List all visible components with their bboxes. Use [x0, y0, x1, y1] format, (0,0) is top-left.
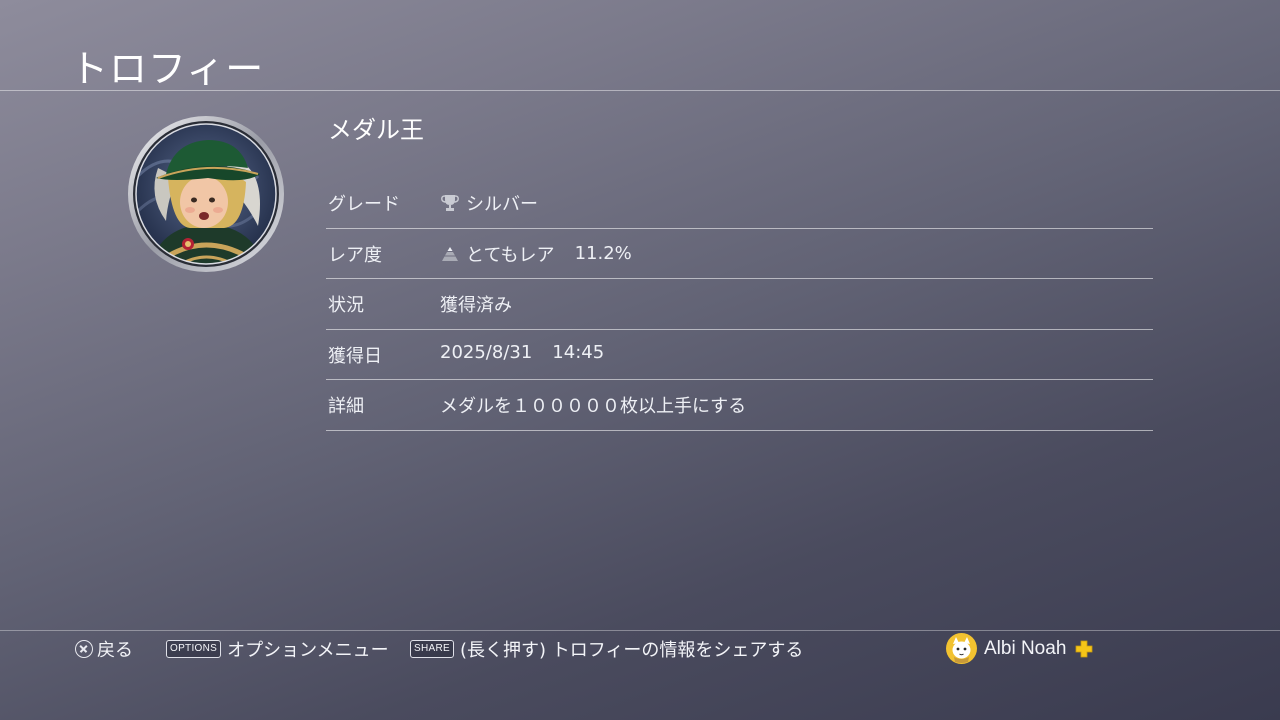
date-row: 獲得日 2025/8/31 14:45 — [326, 330, 1153, 380]
rarity-row: レア度 とてもレア 11.2% — [326, 229, 1153, 279]
description-value: メダルを１０００００枚以上手にする — [440, 396, 747, 417]
rarity-value: とてもレア 11.2% — [440, 241, 632, 267]
avatar — [946, 633, 977, 664]
earned-date: 2025/8/31 — [440, 341, 533, 363]
trophy-name: メダル王 — [328, 116, 424, 144]
status-row: 状況 獲得済み — [326, 279, 1153, 330]
grade-text: シルバー — [466, 194, 538, 215]
status-label: 状況 — [328, 295, 364, 316]
rarity-percent: 11.2% — [574, 243, 632, 264]
earned-time: 14:45 — [552, 341, 605, 363]
date-value: 2025/8/31 14:45 — [440, 342, 604, 363]
options-label: オプションメニュー — [227, 640, 389, 661]
trophy-details: グレード シルバー レア度 とてもレア 11.2% 状況 獲得済み 獲得日 20… — [326, 178, 1153, 431]
options-hint[interactable]: OPTIONS オプションメニュー — [166, 636, 389, 662]
share-label: (長く押す) トロフィーの情報をシェアする — [459, 640, 804, 661]
description-label: 詳細 — [328, 396, 364, 417]
rarity-label: レア度 — [328, 244, 382, 266]
grade-row: グレード シルバー — [326, 178, 1153, 229]
status-value: 獲得済み — [440, 295, 512, 316]
user-name: Albi Noah — [984, 637, 1067, 659]
back-label: 戻る — [97, 640, 133, 661]
header-divider — [0, 90, 1280, 91]
footer-hints: 戻る OPTIONS オプションメニュー SHARE (長く押す) トロフィーの… — [0, 633, 1280, 664]
page-title: トロフィー — [70, 47, 265, 91]
grade-value: シルバー — [440, 190, 538, 216]
date-label: 獲得日 — [328, 345, 382, 367]
grade-label: グレード — [328, 194, 400, 215]
playstation-plus-icon — [1075, 640, 1093, 657]
share-button-icon: SHARE — [410, 640, 454, 658]
rarity-pyramid-icon — [442, 246, 458, 261]
description-row: 詳細 メダルを１０００００枚以上手にする — [326, 380, 1153, 431]
user-profile[interactable]: Albi Noah — [946, 633, 1093, 664]
cross-button-icon — [75, 640, 93, 658]
footer-divider — [0, 630, 1280, 631]
back-hint[interactable]: 戻る — [75, 636, 133, 662]
trophy-image — [128, 116, 284, 272]
share-hint[interactable]: SHARE (長く押す) トロフィーの情報をシェアする — [410, 636, 803, 662]
rarity-text: とてもレア — [466, 244, 555, 266]
options-button-icon: OPTIONS — [166, 640, 222, 658]
silver-trophy-icon — [441, 195, 459, 211]
